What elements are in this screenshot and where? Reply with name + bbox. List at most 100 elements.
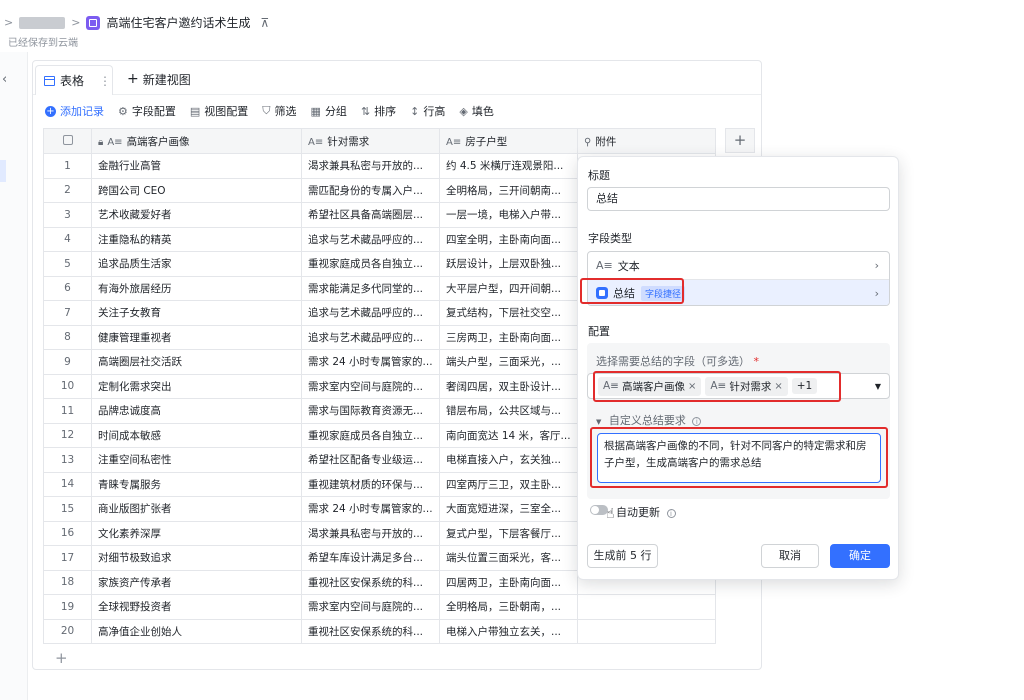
add-row-button[interactable]: + <box>55 649 68 667</box>
row-number[interactable]: 10 <box>43 373 92 399</box>
cell-portrait[interactable]: 关注子女教育 <box>91 300 302 326</box>
row-number[interactable]: 9 <box>43 349 92 375</box>
group-button[interactable]: ▦ 分组 <box>311 103 347 119</box>
generate-preview-button[interactable]: 生成前 5 行 <box>587 544 658 568</box>
cell-need[interactable]: 追求与艺术藏品呼应的... <box>301 324 440 350</box>
cell-layout[interactable]: 跃层设计，上层双卧独... <box>439 251 578 277</box>
cell-layout[interactable]: 四居两卫，主卧南向面... <box>439 569 578 595</box>
row-number[interactable]: 14 <box>43 471 92 497</box>
row-number[interactable]: 7 <box>43 300 92 326</box>
cell-layout[interactable]: 错层布局，公共区域与... <box>439 398 578 424</box>
cell-portrait[interactable]: 金融行业高管 <box>91 153 302 179</box>
cell-layout[interactable]: 奢阔四居，双主卧设计... <box>439 373 578 399</box>
row-number[interactable]: 5 <box>43 251 92 277</box>
row-number[interactable]: 15 <box>43 496 92 522</box>
cell-portrait[interactable]: 家族资产传承者 <box>91 569 302 595</box>
column-header-attachment[interactable]: ⚲ 附件 <box>577 128 716 154</box>
cell-need[interactable]: 渴求兼具私密与开放的... <box>301 153 440 179</box>
cell-portrait[interactable]: 商业版图扩张者 <box>91 496 302 522</box>
info-icon[interactable]: i <box>666 508 676 518</box>
title-input[interactable]: 总结 <box>587 187 890 211</box>
cell-need[interactable]: 追求与艺术藏品呼应的... <box>301 300 440 326</box>
cell-portrait[interactable]: 跨国公司 CEO <box>91 177 302 203</box>
cell-need[interactable]: 重视社区安保系统的科... <box>301 618 440 644</box>
view-config-button[interactable]: ▤ 视图配置 <box>190 103 248 119</box>
cell-need[interactable]: 需求室内空间与庭院的... <box>301 373 440 399</box>
table-row[interactable]: 19 全球视野投资者 需求室内空间与庭院的... 全明格局，三卧朝南，... <box>43 594 716 620</box>
cell-need[interactable]: 追求与艺术藏品呼应的... <box>301 226 440 252</box>
field-type-text[interactable]: A≡ 文本 › <box>588 252 889 279</box>
new-view-button[interactable]: + 新建视图 <box>113 64 191 94</box>
cell-portrait[interactable]: 青睐专属服务 <box>91 471 302 497</box>
row-number[interactable]: 1 <box>43 153 92 179</box>
cell-layout[interactable]: 全明格局，三开间朝南... <box>439 177 578 203</box>
cell-portrait[interactable]: 高净值企业创始人 <box>91 618 302 644</box>
confirm-button[interactable]: 确定 <box>830 544 890 568</box>
cell-layout[interactable]: 三房两卫，主卧南向面... <box>439 324 578 350</box>
cell-layout[interactable]: 四室两厅三卫，双主卧... <box>439 471 578 497</box>
cell-attachment[interactable] <box>577 618 716 644</box>
doc-title[interactable]: 高端住宅客户邀约话术生成 <box>106 14 250 31</box>
cell-layout[interactable]: 大平层户型，四开间朝... <box>439 275 578 301</box>
cancel-button[interactable]: 取消 <box>761 544 819 568</box>
cell-need[interactable]: 需求 24 小时专属管家的... <box>301 349 440 375</box>
row-number[interactable]: 4 <box>43 226 92 252</box>
pin-icon[interactable]: ⊼ <box>260 16 269 30</box>
cell-portrait[interactable]: 对细节极致追求 <box>91 545 302 571</box>
cell-need[interactable]: 希望社区具备高端圈层... <box>301 202 440 228</box>
collapse-icon[interactable]: ‹ <box>2 72 7 87</box>
cell-portrait[interactable]: 健康管理重视者 <box>91 324 302 350</box>
fill-color-button[interactable]: ◈ 填色 <box>459 103 493 119</box>
cell-portrait[interactable]: 全球视野投资者 <box>91 594 302 620</box>
cell-need[interactable]: 希望社区配备专业级运... <box>301 447 440 473</box>
column-header-layout[interactable]: A≡ 房子户型 <box>439 128 578 154</box>
cell-need[interactable]: 渴求兼具私密与开放的... <box>301 520 440 546</box>
cell-portrait[interactable]: 注重隐私的精英 <box>91 226 302 252</box>
cell-layout[interactable]: 四室全明，主卧南向面... <box>439 226 578 252</box>
row-number[interactable]: 8 <box>43 324 92 350</box>
cell-layout[interactable]: 端头位置三面采光，客... <box>439 545 578 571</box>
row-height-button[interactable]: ↕ 行高 <box>410 103 445 119</box>
table-row[interactable]: 20 高净值企业创始人 重视社区安保系统的科... 电梯入户带独立玄关，... <box>43 618 716 644</box>
cell-layout[interactable]: 约 4.5 米横厅连观景阳... <box>439 153 578 179</box>
row-number[interactable]: 6 <box>43 275 92 301</box>
cell-layout[interactable]: 南向面宽达 14 米，客厅... <box>439 422 578 448</box>
row-number[interactable]: 19 <box>43 594 92 620</box>
cell-layout[interactable]: 电梯入户带独立玄关，... <box>439 618 578 644</box>
info-icon[interactable]: i <box>692 416 702 426</box>
cell-layout[interactable]: 一层一境，电梯入户带... <box>439 202 578 228</box>
tab-grid-view[interactable]: 表格 ⋮ <box>35 65 113 95</box>
cell-layout[interactable]: 复式户型，下层客餐厅... <box>439 520 578 546</box>
cell-need[interactable]: 需求与国际教育资源无... <box>301 398 440 424</box>
cell-need[interactable]: 希望车库设计满足多台... <box>301 545 440 571</box>
dropdown-caret-icon[interactable]: ▼ <box>875 382 881 391</box>
cell-portrait[interactable]: 高端圈层社交活跃 <box>91 349 302 375</box>
custom-req-toggle[interactable]: ▼ 自定义总结要求 i <box>596 412 702 428</box>
blurred-crumb[interactable] <box>19 16 66 29</box>
sort-button[interactable]: ⇅ 排序 <box>361 103 396 119</box>
cell-portrait[interactable]: 时间成本敏感 <box>91 422 302 448</box>
cell-portrait[interactable]: 文化素养深厚 <box>91 520 302 546</box>
select-all-checkbox[interactable] <box>43 128 92 154</box>
cell-portrait[interactable]: 品牌忠诚度高 <box>91 398 302 424</box>
cell-portrait[interactable]: 追求品质生活家 <box>91 251 302 277</box>
row-number[interactable]: 20 <box>43 618 92 644</box>
cell-layout[interactable]: 端头户型，三面采光，... <box>439 349 578 375</box>
column-header-portrait[interactable]: 🔒︎ A≡ 高端客户画像 <box>91 128 302 154</box>
cell-need[interactable]: 重视社区安保系统的科... <box>301 569 440 595</box>
cell-attachment[interactable] <box>577 594 716 620</box>
row-number[interactable]: 11 <box>43 398 92 424</box>
filter-button[interactable]: ⛉ 筛选 <box>262 103 296 119</box>
add-column-button[interactable]: + <box>725 128 755 153</box>
row-number[interactable]: 12 <box>43 422 92 448</box>
row-number[interactable]: 16 <box>43 520 92 546</box>
more-icon[interactable]: ⋮ <box>99 74 111 88</box>
field-config-button[interactable]: ⚙ 字段配置 <box>118 103 176 119</box>
add-record-button[interactable]: + 添加记录 <box>45 103 104 119</box>
cell-portrait[interactable]: 艺术收藏爱好者 <box>91 202 302 228</box>
cell-layout[interactable]: 全明格局，三卧朝南，... <box>439 594 578 620</box>
row-number[interactable]: 2 <box>43 177 92 203</box>
cell-layout[interactable]: 大面宽短进深，三室全... <box>439 496 578 522</box>
cell-need[interactable]: 需求能满足多代同堂的... <box>301 275 440 301</box>
row-number[interactable]: 17 <box>43 545 92 571</box>
